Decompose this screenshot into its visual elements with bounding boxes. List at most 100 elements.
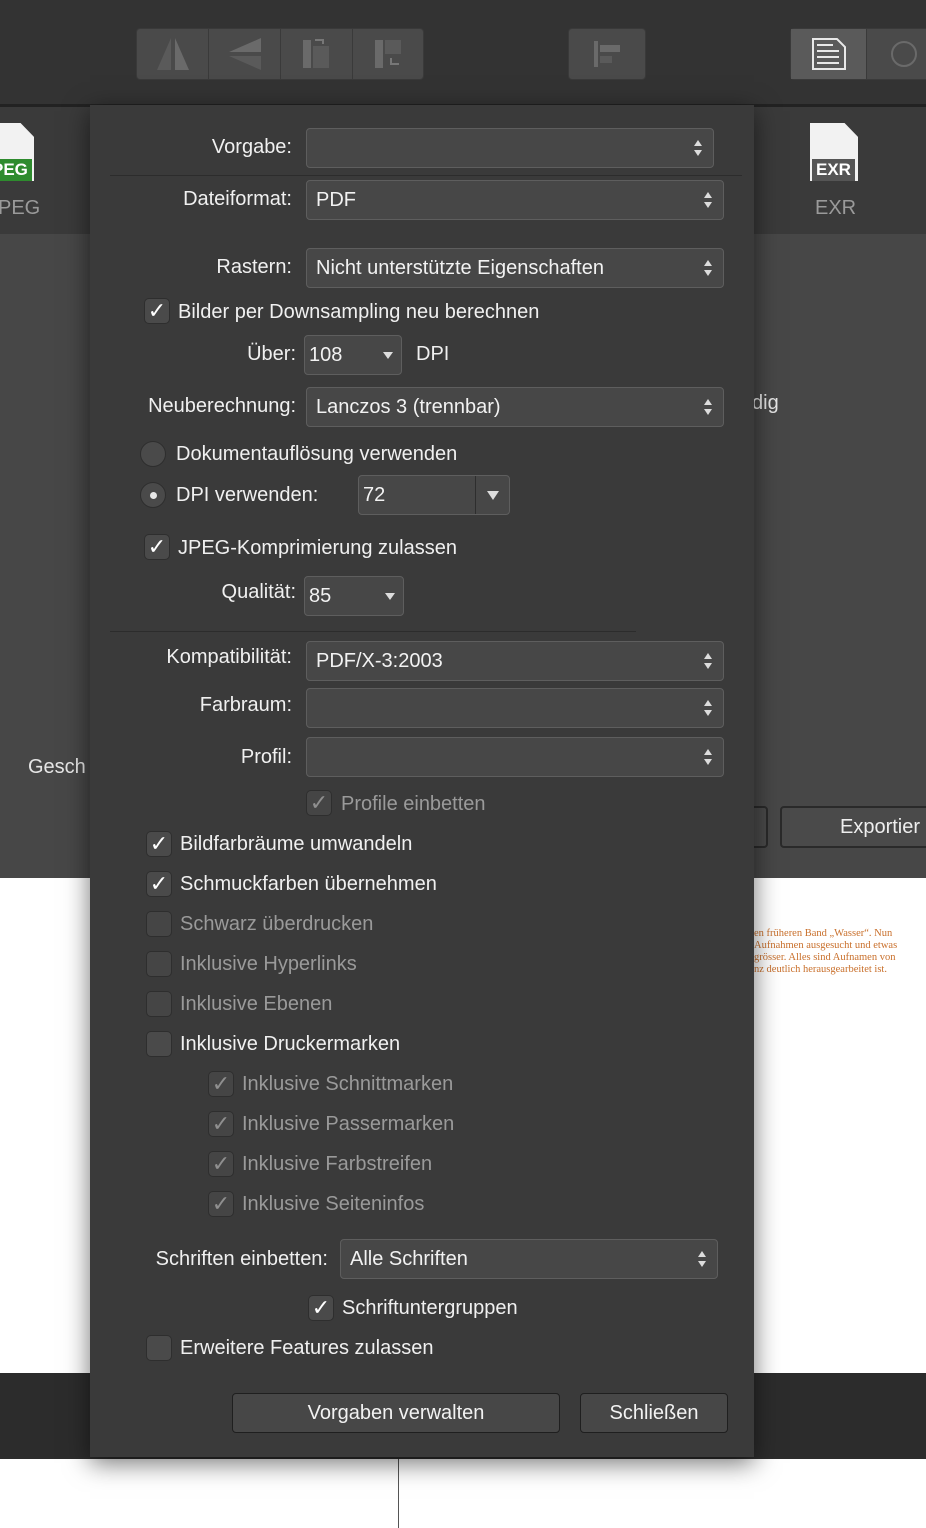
registration-marks-label: Inklusive Passermarken	[242, 1113, 455, 1135]
checkmark-icon: ✓	[211, 1071, 231, 1096]
document-line: grösser. Alles sind Aufnamen von	[754, 952, 896, 963]
color-bars-checkbox[interactable]: ✓	[208, 1151, 234, 1177]
dpi-combo[interactable]: 72	[358, 475, 510, 515]
registration-marks-checkbox[interactable]: ✓	[208, 1111, 234, 1137]
checkmark-icon: ✓	[211, 1191, 231, 1216]
embed-profiles-label: Profile einbetten	[341, 793, 486, 815]
page-view-button[interactable]	[791, 29, 867, 79]
resample-select[interactable]: Lanczos 3 (trennbar)	[306, 387, 724, 427]
overprint-black-label: Schwarz überdrucken	[180, 913, 374, 935]
rotate-left-button[interactable]	[281, 29, 353, 79]
manage-presets-button[interactable]: Vorgaben verwalten	[232, 1393, 560, 1433]
embed-fonts-select[interactable]: Alle Schriften	[340, 1239, 718, 1279]
stepper-arrows-icon	[704, 653, 712, 669]
preset-select[interactable]	[306, 128, 714, 168]
quality-value: 85	[309, 585, 332, 607]
profile-label: Profil:	[240, 746, 292, 768]
divider	[110, 631, 636, 632]
jpeg-file-icon: PEG	[0, 159, 32, 181]
stepper-arrows-icon	[704, 700, 712, 716]
document-line: Aufnahmen ausgesucht und etwas	[754, 940, 898, 951]
file-format-label: Dateiformat:	[183, 188, 292, 210]
rasterize-select[interactable]: Nicht unterstützte Eigenschaften	[306, 248, 724, 288]
quality-combo[interactable]: 85	[304, 576, 404, 616]
convert-colorspaces-checkbox[interactable]: ✓	[146, 831, 172, 857]
rasterize-label: Rastern:	[216, 256, 292, 278]
color-space-select[interactable]	[306, 688, 724, 728]
rotate-right-icon	[375, 40, 401, 68]
page-info-label: Inklusive Seiteninfos	[242, 1193, 425, 1215]
crop-marks-label: Inklusive Schnittmarken	[242, 1073, 454, 1095]
over-dpi-combo[interactable]: 108	[304, 335, 402, 375]
advanced-features-checkbox[interactable]	[146, 1335, 172, 1361]
chevron-down-icon	[385, 593, 395, 600]
checkmark-icon: ✓	[147, 534, 167, 559]
use-dpi-label: DPI verwenden:	[176, 484, 319, 506]
stepper-arrows-icon	[704, 260, 712, 276]
over-dpi-unit: DPI	[416, 343, 450, 365]
checkmark-icon: ✓	[149, 871, 169, 896]
spot-colors-checkbox[interactable]: ✓	[146, 871, 172, 897]
exr-tag: EXR	[816, 160, 851, 179]
compatibility-label: Kompatibilität:	[166, 646, 292, 668]
checkmark-icon: ✓	[211, 1111, 231, 1136]
flip-vertical-button[interactable]	[209, 29, 281, 79]
checkmark-icon: ✓	[147, 298, 167, 323]
close-button[interactable]: Schließen	[580, 1393, 728, 1433]
jpeg-tag: PEG	[0, 160, 28, 179]
page-icon	[811, 38, 846, 70]
printer-marks-label: Inklusive Druckermarken	[180, 1033, 401, 1055]
embed-fonts-value: Alle Schriften	[350, 1248, 468, 1270]
jpeg-compression-label: JPEG-Komprimierung zulassen	[178, 537, 457, 559]
compatibility-select[interactable]: PDF/X-3:2003	[306, 641, 724, 681]
exr-format-button[interactable]: EXR	[810, 123, 858, 181]
exr-file-icon: EXR	[812, 159, 855, 181]
advanced-features-label: Erweitere Features zulassen	[180, 1337, 434, 1359]
use-dpi-radio[interactable]	[140, 482, 166, 508]
stepper-arrows-icon	[704, 192, 712, 208]
chevron-down-icon[interactable]	[475, 476, 509, 514]
embed-profiles-checkbox[interactable]: ✓	[306, 790, 332, 816]
color-bars-label: Inklusive Farbstreifen	[242, 1153, 433, 1175]
convert-colorspaces-label: Bildfarbräume umwandeln	[180, 833, 413, 855]
file-format-select[interactable]: PDF	[306, 180, 724, 220]
document-text-snippet: en früheren Band „Wasser“. Nun Aufnahmen…	[754, 928, 926, 976]
jpeg-compression-checkbox[interactable]: ✓	[144, 534, 170, 560]
resample-label: Neuberechnung:	[148, 395, 296, 417]
rotate-left-icon	[302, 39, 329, 68]
quality-label: Qualität:	[221, 581, 296, 603]
jpeg-format-button[interactable]: PEG	[0, 123, 34, 181]
include-layers-checkbox[interactable]	[146, 991, 172, 1017]
include-hyperlinks-label: Inklusive Hyperlinks	[180, 953, 357, 975]
resample-value: Lanczos 3 (trennbar)	[316, 396, 501, 418]
shape-view-button[interactable]	[867, 29, 926, 79]
over-dpi-value: 108	[309, 344, 343, 366]
bottom-canvas	[0, 1459, 926, 1528]
jpeg-format-label: PEG	[0, 197, 41, 219]
profile-select[interactable]	[306, 737, 724, 777]
spot-colors-label: Schmuckfarben übernehmen	[180, 873, 437, 895]
app-toolbar	[0, 0, 926, 104]
checkmark-icon: ✓	[211, 1151, 231, 1176]
page-info-checkbox[interactable]: ✓	[208, 1191, 234, 1217]
include-hyperlinks-checkbox[interactable]	[146, 951, 172, 977]
compatibility-value: PDF/X-3:2003	[316, 650, 443, 672]
divider	[110, 175, 742, 176]
printer-marks-checkbox[interactable]	[146, 1031, 172, 1057]
font-subsets-checkbox[interactable]: ✓	[308, 1295, 334, 1321]
downsample-checkbox[interactable]: ✓	[144, 298, 170, 324]
view-mode-button-group	[790, 28, 926, 80]
flip-horizontal-button[interactable]	[137, 29, 209, 79]
embed-fonts-label: Schriften einbetten:	[155, 1248, 328, 1270]
overprint-black-checkbox[interactable]	[146, 911, 172, 937]
crop-marks-checkbox[interactable]: ✓	[208, 1071, 234, 1097]
doc-resolution-label: Dokumentauflösung verwenden	[176, 443, 458, 465]
flip-vertical-icon	[228, 38, 261, 70]
exr-format-label: EXR	[815, 197, 857, 219]
partial-label-left: Gesch	[28, 756, 86, 778]
flip-horizontal-icon	[156, 38, 189, 70]
export-button[interactable]: Exportier	[780, 806, 926, 848]
doc-resolution-radio[interactable]	[140, 441, 166, 467]
align-button[interactable]	[568, 28, 646, 80]
rotate-right-button[interactable]	[353, 29, 425, 79]
